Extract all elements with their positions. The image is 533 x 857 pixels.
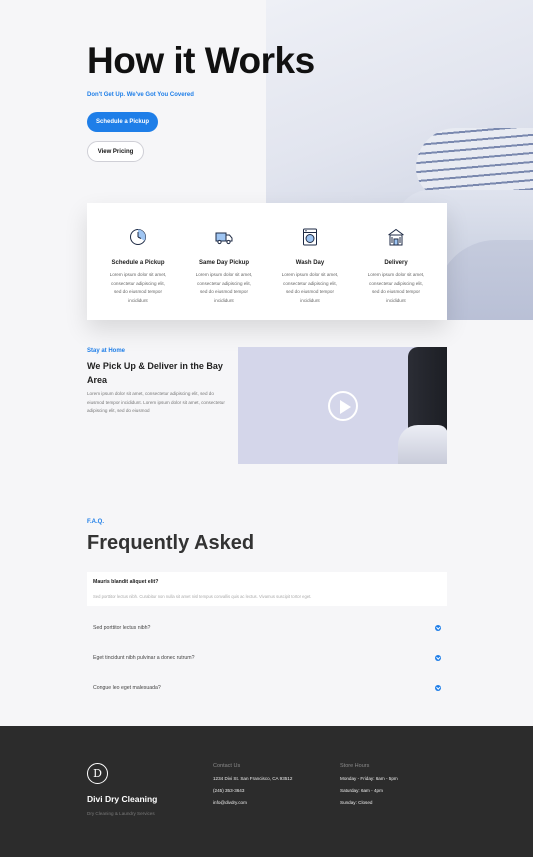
stay-kicker: Stay at Home <box>87 348 126 354</box>
play-icon[interactable] <box>328 391 358 421</box>
logo-icon[interactable]: D <box>87 763 108 784</box>
step-title: Delivery <box>384 260 408 266</box>
hours-saturday: Saturday: 6am - 4pm <box>340 788 383 793</box>
stay-title: We Pick Up & Deliver in the Bay Area <box>87 361 223 385</box>
faq-question[interactable]: Sed porttitor lectus nibh? <box>93 625 150 631</box>
faq-title: Frequently Asked <box>87 532 255 554</box>
faq-question[interactable]: Congue leo eget malesuada? <box>93 685 161 691</box>
step-description: Lorem ipsum dolor sit amet, consectetur … <box>281 272 339 303</box>
step-title: Schedule a Pickup <box>111 260 165 266</box>
chevron-down-icon[interactable] <box>435 685 441 691</box>
footer-hours: Store Hours Monday - Friday: 6am - 5pm S… <box>340 763 398 812</box>
faq-answer: Sed porttitor lectus nibh. Curabitur non… <box>93 594 312 599</box>
hours-heading: Store Hours <box>340 763 370 769</box>
step-title: Wash Day <box>295 260 325 266</box>
page-title: How it Works <box>87 40 315 81</box>
footer-brand-subtitle: Dry Cleaning & Laundry Services <box>87 811 155 816</box>
footer-brand: Divi Dry Cleaning <box>87 794 158 804</box>
contact-address: 1234 Divi St. San Francisco, CA 93512 <box>213 776 293 781</box>
schedule-pickup-button[interactable]: Schedule a Pickup <box>87 112 158 132</box>
faq-item[interactable]: Sed porttitor lectus nibh? <box>87 617 447 639</box>
step-description: Lorem ipsum dolor sit amet, consectetur … <box>195 272 253 303</box>
view-pricing-button[interactable]: View Pricing <box>87 141 144 162</box>
step-same-day-pickup: Same Day Pickup Lorem ipsum dolor sit am… <box>181 227 267 320</box>
step-description: Lorem ipsum dolor sit amet, consectetur … <box>109 272 167 303</box>
faq-item[interactable]: Eget tincidunt nibh pulvinar a donec rut… <box>87 647 447 669</box>
step-delivery: Delivery Lorem ipsum dolor sit amet, con… <box>353 227 439 320</box>
contact-heading: Contact Us <box>213 763 241 769</box>
step-title: Same Day Pickup <box>198 260 250 266</box>
footer-contact: Contact Us 1234 Divi St. San Francisco, … <box>213 763 292 812</box>
contact-email[interactable]: info@divdry.com <box>213 800 292 805</box>
delivery-truck-icon <box>215 232 233 245</box>
video-player[interactable] <box>238 347 447 464</box>
step-wash-day: Wash Day Lorem ipsum dolor sit amet, con… <box>267 227 353 320</box>
store-building-icon <box>388 228 404 246</box>
chevron-down-icon[interactable] <box>435 655 441 661</box>
faq-item[interactable]: Congue leo eget malesuada? <box>87 677 447 699</box>
footer: D Divi Dry Cleaning Dry Cleaning & Laund… <box>0 726 533 857</box>
garment-bag-image <box>398 425 447 464</box>
faq-question[interactable]: Mauris blandit aliquet elit? <box>93 579 441 585</box>
schedule-clock-icon <box>130 229 146 245</box>
step-schedule-pickup: Schedule a Pickup Lorem ipsum dolor sit … <box>95 227 181 320</box>
step-description: Lorem ipsum dolor sit amet, consectetur … <box>367 272 425 303</box>
faq-kicker: F.A.Q. <box>87 519 105 525</box>
hero-tagline: Don't Get Up. We've Got You Covered <box>87 92 194 98</box>
faq-item-open[interactable]: Mauris blandit aliquet elit? Sed porttit… <box>87 572 447 606</box>
hours-weekday: Monday - Friday: 6am - 5pm <box>340 776 398 781</box>
hours-sunday: Sunday: Closed <box>340 800 373 805</box>
washing-machine-icon <box>303 228 317 246</box>
faq-question[interactable]: Eget tincidunt nibh pulvinar a donec rut… <box>93 655 195 661</box>
chevron-down-icon[interactable] <box>435 625 441 631</box>
stay-text: Lorem ipsum dolor sit amet, consectetur … <box>87 391 225 413</box>
contact-phone[interactable]: (245) 353-3643 <box>213 788 292 793</box>
how-it-works-steps: Schedule a Pickup Lorem ipsum dolor sit … <box>87 203 447 320</box>
